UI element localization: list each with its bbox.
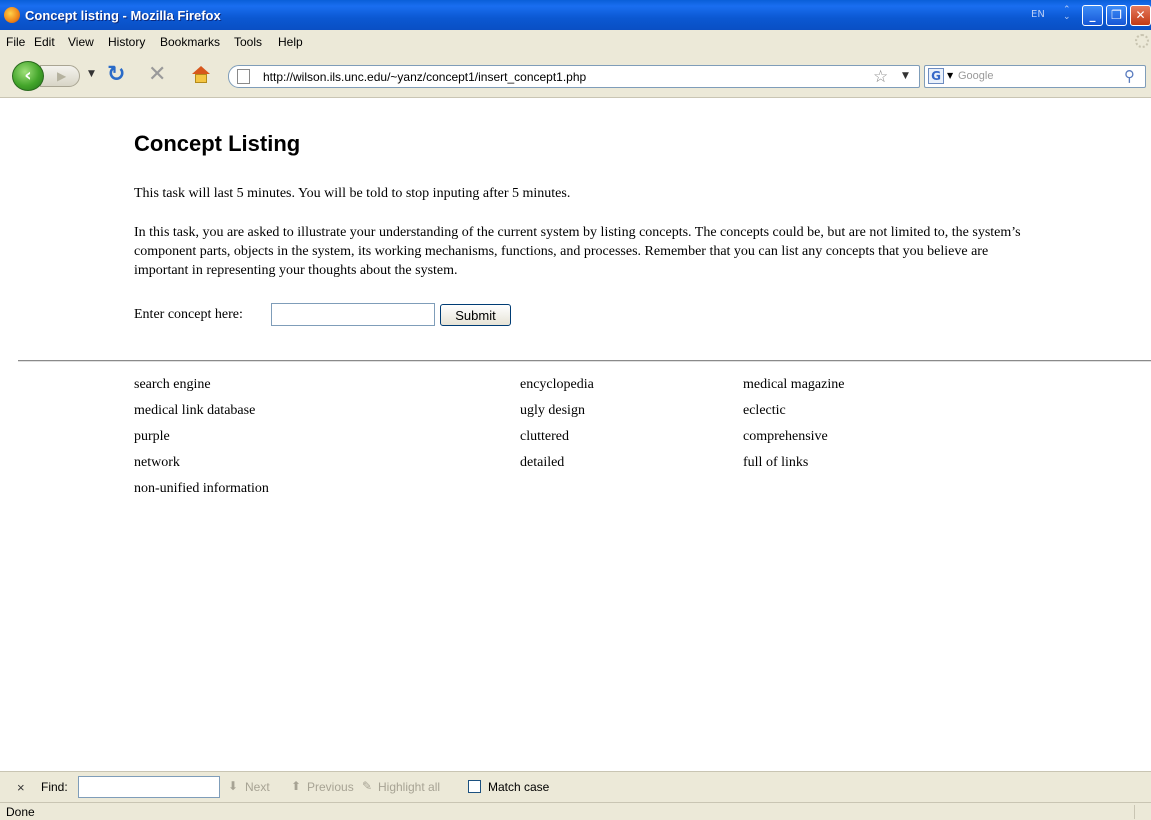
menu-history[interactable]: History <box>108 35 145 49</box>
concept-item: non-unified information <box>134 481 269 496</box>
search-bar[interactable]: G ▼ Google ⚲ <box>924 65 1146 88</box>
arrow-down-icon: ⬇ <box>228 779 239 793</box>
url-text[interactable]: http://wilson.ils.unc.edu/~yanz/concept1… <box>263 70 586 84</box>
bookmark-star-icon[interactable]: ☆ <box>873 67 888 87</box>
concept-item: comprehensive <box>743 429 828 444</box>
url-bar[interactable]: http://wilson.ils.unc.edu/~yanz/concept1… <box>228 65 920 88</box>
google-icon[interactable]: G <box>928 68 944 84</box>
status-text: Done <box>6 805 35 819</box>
resize-grip[interactable] <box>1134 805 1148 819</box>
concept-item: search engine <box>134 377 211 392</box>
menu-bookmarks[interactable]: Bookmarks <box>160 35 220 49</box>
language-arrows-icon: ⌃ ⌄ <box>1063 5 1071 22</box>
find-input[interactable] <box>78 776 220 798</box>
find-next-button[interactable]: Next <box>245 780 270 794</box>
concept-item: network <box>134 455 180 470</box>
concept-item: eclectic <box>743 403 786 418</box>
instruction-duration: This task will last 5 minutes. You will … <box>134 186 571 201</box>
match-case-checkbox[interactable] <box>468 780 481 793</box>
search-icon[interactable]: ⚲ <box>1124 67 1135 85</box>
menu-bar: File Edit View History Bookmarks Tools H… <box>0 30 1151 52</box>
page-icon <box>237 69 250 84</box>
window-title: Concept listing - Mozilla Firefox <box>25 8 221 23</box>
concept-item: detailed <box>520 455 565 470</box>
concept-item: cluttered <box>520 429 569 444</box>
menu-edit[interactable]: Edit <box>34 35 55 49</box>
language-indicator[interactable]: EN <box>1031 9 1045 20</box>
highlight-icon: ✎ <box>362 779 373 793</box>
search-engine-dropdown-icon[interactable]: ▼ <box>947 71 953 80</box>
navigation-toolbar: ▶ ‹ ▼ ↻ ✕ http://wilson.ils.unc.edu/~yan… <box>0 52 1151 98</box>
concept-item: purple <box>134 429 170 444</box>
minimize-button[interactable]: _ <box>1082 5 1103 26</box>
forward-button[interactable]: ▶ <box>40 65 80 87</box>
back-button[interactable]: ‹ <box>12 61 44 91</box>
find-previous-button[interactable]: Previous <box>307 780 354 794</box>
highlight-all-button[interactable]: Highlight all <box>378 780 440 794</box>
concept-item: full of links <box>743 455 809 470</box>
arrow-up-icon: ⬆ <box>291 779 302 793</box>
concept-item: medical magazine <box>743 377 845 392</box>
reload-icon[interactable]: ↻ <box>107 62 125 87</box>
find-bar: × Find: ⬇ Next ⬆ Previous ✎ Highlight al… <box>0 771 1151 802</box>
concept-input-label: Enter concept here: <box>134 307 243 322</box>
page-title: Concept Listing <box>134 131 301 156</box>
throbber-icon <box>1135 34 1149 48</box>
firefox-icon <box>4 7 20 23</box>
concept-item: ugly design <box>520 403 585 418</box>
search-placeholder[interactable]: Google <box>958 70 993 82</box>
restore-button[interactable]: ❐ <box>1106 5 1127 26</box>
menu-view[interactable]: View <box>68 35 94 49</box>
match-case-label[interactable]: Match case <box>488 780 549 794</box>
divider <box>18 360 1151 362</box>
instruction-text: In this task, you are asked to illustrat… <box>134 225 1021 278</box>
concept-input[interactable] <box>271 303 435 326</box>
close-button[interactable]: ✕ <box>1130 5 1151 26</box>
concept-item: encyclopedia <box>520 377 594 392</box>
find-label: Find: <box>41 780 68 794</box>
home-icon[interactable] <box>192 66 210 84</box>
status-bar: Done <box>0 802 1151 820</box>
url-dropdown-icon[interactable]: ▼ <box>902 71 909 81</box>
close-find-icon[interactable]: × <box>17 780 25 795</box>
menu-help[interactable]: Help <box>278 35 303 49</box>
page-content: Concept Listing This task will last 5 mi… <box>0 98 1151 771</box>
menu-tools[interactable]: Tools <box>234 35 262 49</box>
stop-icon[interactable]: ✕ <box>148 62 166 87</box>
concept-item: medical link database <box>134 403 256 418</box>
history-dropdown-icon[interactable]: ▼ <box>88 69 95 79</box>
menu-file[interactable]: File <box>6 35 25 49</box>
title-bar: Concept listing - Mozilla Firefox EN ⌃ ⌄ … <box>0 0 1151 30</box>
submit-button[interactable]: Submit <box>440 304 511 326</box>
